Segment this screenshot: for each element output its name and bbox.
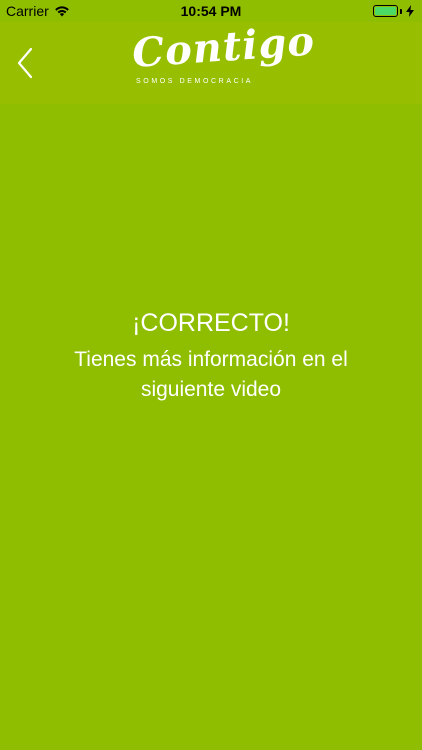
back-button[interactable] (10, 42, 40, 84)
logo-tagline: SOMOS DEMOCRACIA (136, 78, 254, 85)
battery-fill (375, 7, 396, 15)
navigation-bar: Contigo SOMOS DEMOCRACIA (0, 17, 422, 104)
result-subtitle: Tienes más información en el siguiente v… (74, 348, 348, 401)
app-logo: Contigo SOMOS DEMOCRACIA (130, 17, 317, 92)
battery-indicator (373, 5, 414, 17)
chevron-left-icon (17, 47, 33, 79)
result-title: ¡CORRECTO! (132, 309, 290, 337)
bolt-icon (406, 5, 414, 17)
logo-wordmark: Contigo (130, 17, 317, 77)
result-message: ¡CORRECTO! Tienes más información en el … (0, 305, 422, 405)
status-bar: Carrier 10:54 PM (0, 0, 422, 22)
battery-icon (373, 5, 398, 17)
status-time: 10:54 PM (180, 3, 242, 19)
battery-cap (400, 8, 402, 14)
